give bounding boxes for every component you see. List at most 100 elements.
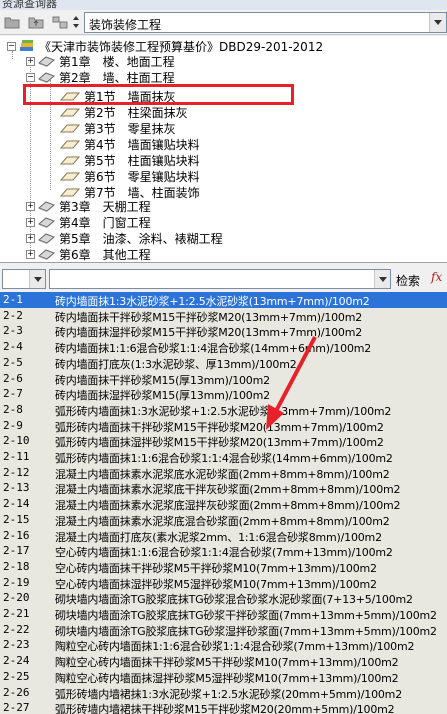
quota-row[interactable]: 2-19 空心砖内墙面抹湿拌砂浆M5湿拌砂浆M10(7mm+13mm)/100m2 [0, 575, 447, 591]
tree-chapter-5[interactable]: + 第5章 油漆、涂料、裱糊工程 [26, 230, 223, 246]
quota-name: 砌块墙内墙面涂TG胶浆底抹TG砂浆干拌砂浆面(7mm+13mm+5mm)/100… [55, 609, 437, 622]
quota-row[interactable]: 2-13 混凝土内墙面抹素水泥浆底干拌灰砂浆面(2mm+8mm+8mm)/100m… [0, 480, 447, 496]
tree-section-label: 第4节 墙面镶贴块料 [84, 137, 200, 152]
quota-code: 2-22 [3, 622, 30, 636]
collapse-toggle-icon[interactable]: − [7, 41, 16, 51]
tree-section-4[interactable]: 第4节 墙面镶贴块料 [60, 136, 200, 152]
expand-toggle-icon[interactable]: + [26, 56, 35, 66]
quota-code: 2-13 [3, 481, 30, 495]
quota-name: 陶粒空心砖内墙面抹湿拌砂浆M5湿拌砂浆M10(7mm+13mm)/100m2 [55, 671, 399, 685]
quota-row[interactable]: 2-26 弧形砖墙内墙裙抹1:3水泥砂浆+1:2.5水泥砂浆(20mm+5mm)/… [0, 685, 447, 701]
section-doc-icon [60, 187, 80, 197]
quota-code: 2-12 [3, 465, 30, 479]
chapter-tree: − 《天津市装饰装修工程预算基价》DBD29-201-2012 + 第1章 楼、地… [0, 36, 447, 263]
chapter-book-icon [38, 215, 55, 229]
quota-row[interactable]: 2-8 弧形砖内墙面抹1:3水泥砂浆+1:2.5水泥砂浆(13mm+7mm)/10… [0, 402, 447, 418]
quota-code: 2-21 [3, 607, 30, 620]
quota-row[interactable]: 2-2 砖内墙面抹干拌砂浆M15干拌砂浆M20(13mm+7mm)/100m2 [0, 308, 447, 324]
tree-section-6[interactable]: 第6节 零星镶贴块料 [60, 168, 200, 184]
quota-code: 2-4 [3, 340, 23, 354]
quota-row[interactable]: 2-10 弧形砖内墙面抹湿拌砂浆M15干拌砂浆M20(13mm+7mm)/100m… [0, 433, 447, 449]
quota-row[interactable]: 2-24 陶粒空心砖内墙面抹干拌砂浆M5干拌砂浆M10(7mm+13mm)/100… [0, 653, 447, 669]
quota-code: 2-27 [3, 701, 30, 714]
quota-row[interactable]: 2-9 弧形砖内墙面抹干拌砂浆M15干拌砂浆M20(13mm+7mm)/100m2 [0, 418, 447, 434]
chevron-down-icon[interactable] [374, 270, 390, 288]
tree-section-7[interactable]: 第7节 墙、柱面装饰 [60, 184, 200, 200]
quota-row[interactable]: 2-16 混凝土内墙面打底灰(素水泥浆2mm、1:1:6混合砂浆8mm)/100m… [0, 528, 447, 544]
quota-row[interactable]: 2-11 弧形砖内墙面抹1:1:6混合砂浆1:1:4混合砂浆(14mm+6mm)/… [0, 449, 447, 465]
spin-arrows-icon [73, 16, 79, 28]
quota-row[interactable]: 2-22 砌块墙内墙面涂TG胶浆底抹TG砂浆湿拌砂浆面(7mm+13mm+5mm)… [0, 622, 447, 638]
quota-code: 2-1 [3, 293, 23, 306]
search-bar: 检索 fx [0, 267, 447, 291]
quota-row[interactable]: 2-7 砖内墙面抹湿拌砂浆M15(厚13mm)/100m2 [0, 386, 447, 402]
quota-row[interactable]: 2-27 弧形砖墙内墙裙抹干拌砂浆M15干拌砂浆M20(20mm+5mm)/100… [0, 700, 447, 714]
tree-section-label: 第6节 零星镶贴块料 [84, 169, 200, 184]
highlight-annotation-box [23, 84, 294, 105]
tree-section-label: 第3节 零星抹灰 [84, 121, 176, 136]
quota-name: 弧形砖内墙面抹干拌砂浆M15干拌砂浆M20(13mm+7mm)/100m2 [55, 420, 384, 434]
tree-section-2[interactable]: 第2节 柱梁面抹灰 [60, 104, 188, 120]
quota-code: 2-8 [3, 402, 23, 416]
quota-name: 混凝土内墙面抹素水泥浆底水泥砂浆面(2mm+8mm+8mm)/100m2 [55, 467, 390, 481]
quota-code: 2-3 [3, 324, 23, 338]
quota-row[interactable]: 2-17 空心砖内墙面抹1:1:6混合砂浆1:1:4混合砂浆(7mm+13mm)/… [0, 543, 447, 559]
quota-name: 砖内墙面抹湿拌砂浆M15(厚13mm)/100m2 [55, 389, 270, 403]
quota-row[interactable]: 2-18 空心砖内墙面抹干拌砂浆M5干拌砂浆M10(7mm+13mm)/100m2 [0, 559, 447, 575]
quota-code: 2-19 [3, 575, 30, 589]
expand-toggle-icon[interactable]: + [26, 201, 35, 211]
quota-row[interactable]: 2-1 砖内墙面抹1:3水泥砂浆+1:2.5水泥砂浆(13mm+7mm)/100m… [0, 292, 447, 308]
tree-view-button[interactable] [50, 13, 69, 31]
quota-row[interactable]: 2-14 混凝土内墙面抹素水泥浆底湿拌灰砂浆面(2mm+8mm+8mm)/100m… [0, 496, 447, 512]
quota-code: 2-24 [3, 654, 30, 668]
quota-row[interactable]: 2-25 陶粒空心砖内墙面抹湿拌砂浆M5湿拌砂浆M10(7mm+13mm)/100… [0, 669, 447, 685]
quota-name: 砖内墙面抹干拌砂浆M15干拌砂浆M20(13mm+7mm)/100m2 [55, 310, 363, 324]
quota-name: 混凝土内墙面打底灰(素水泥浆2mm、1:1:6混合砂浆8mm)/100m2 [55, 530, 382, 544]
expand-toggle-icon[interactable]: + [26, 249, 35, 259]
library-select-value: 装饰装修工程 [89, 18, 162, 32]
toolbar-spin-button[interactable] [70, 13, 82, 31]
quota-name: 砖内墙面打底灰(1:3水泥砂浆、厚13mm)/100m2 [55, 357, 297, 371]
chapter-book-icon [38, 231, 55, 245]
tree-chapter-2[interactable]: − 第2章 墙、柱面工程 [26, 69, 175, 85]
quota-name: 弧形砖内墙面抹湿拌砂浆M15干拌砂浆M20(13mm+7mm)/100m2 [55, 436, 384, 450]
expand-toggle-icon[interactable]: − [26, 72, 35, 82]
fx-icon[interactable]: fx [431, 270, 442, 284]
quota-name: 混凝土内墙面抹素水泥浆底干拌灰砂浆面(2mm+8mm+8mm)/100m2 [55, 483, 401, 497]
expand-toggle-icon[interactable]: + [26, 217, 35, 227]
quota-row[interactable]: 2-3 砖内墙面抹湿拌砂浆M15干拌砂浆M20(13mm+7mm)/100m2 [0, 323, 447, 339]
quota-row[interactable]: 2-12 混凝土内墙面抹素水泥浆底水泥砂浆面(2mm+8mm+8mm)/100m2 [0, 465, 447, 481]
tree-chapter-label: 第2章 墙、柱面工程 [59, 70, 175, 85]
folder-up-button[interactable] [26, 13, 45, 31]
search-field-select[interactable] [2, 269, 46, 289]
expand-toggle-icon[interactable]: + [26, 233, 35, 243]
open-folder-button[interactable] [2, 13, 21, 31]
quota-code: 2-16 [3, 528, 30, 542]
quota-row[interactable]: 2-5 砖内墙面打底灰(1:3水泥砂浆、厚13mm)/100m2 [0, 355, 447, 371]
chapter-book-icon [38, 70, 55, 84]
tree-chapter-6[interactable]: + 第6章 其他工程 [26, 246, 151, 262]
quota-code: 2-23 [3, 638, 30, 652]
quota-row[interactable]: 2-20 砌块墙内墙面涂TG胶浆底抹TG砂浆混合砂浆水泥砂浆面(7+13+5/10… [0, 590, 447, 606]
chevron-down-icon[interactable] [29, 270, 45, 288]
folder-up-icon [28, 17, 43, 29]
quota-row[interactable]: 2-4 砖内墙面抹1:1:6混合砂浆1:1:4混合砂浆(14mm+6mm)/100… [0, 339, 447, 355]
tree-chapter-1[interactable]: + 第1章 楼、地面工程 [26, 53, 175, 69]
quota-list: 2-1 砖内墙面抹1:3水泥砂浆+1:2.5水泥砂浆(13mm+7mm)/100m… [0, 292, 447, 714]
quota-code: 2-10 [3, 434, 30, 448]
library-select[interactable]: 装饰装修工程 [84, 12, 447, 33]
search-input[interactable] [49, 269, 391, 289]
tree-section-5[interactable]: 第5节 柱面镶贴块料 [60, 152, 200, 168]
section-doc-icon [60, 139, 80, 149]
tree-section-label: 第2节 柱梁面抹灰 [84, 105, 188, 120]
tree-section-label: 第7节 墙、柱面装饰 [84, 185, 200, 200]
quota-row[interactable]: 2-6 砖内墙面抹干拌砂浆M15(厚13mm)/100m2 [0, 371, 447, 387]
tree-chapter-4[interactable]: + 第4章 门窗工程 [26, 214, 151, 230]
quota-row[interactable]: 2-15 混凝土内墙面抹素水泥浆底混合砂浆面(2mm+8mm+8mm)/100m2 [0, 512, 447, 528]
quota-row[interactable]: 2-23 陶粒空心砖内墙面抹1:1:6混合砂浆1:1:4混合砂浆(7mm+13mm… [0, 637, 447, 653]
quota-row[interactable]: 2-21 砌块墙内墙面涂TG胶浆底抹TG砂浆干拌砂浆面(7mm+13mm+5mm)… [0, 606, 447, 622]
search-button[interactable]: 检索 [396, 272, 420, 289]
tree-section-3[interactable]: 第3节 零星抹灰 [60, 120, 176, 136]
window-titlebar: 资源查询器 [0, 0, 447, 10]
chevron-down-icon[interactable] [429, 13, 446, 32]
